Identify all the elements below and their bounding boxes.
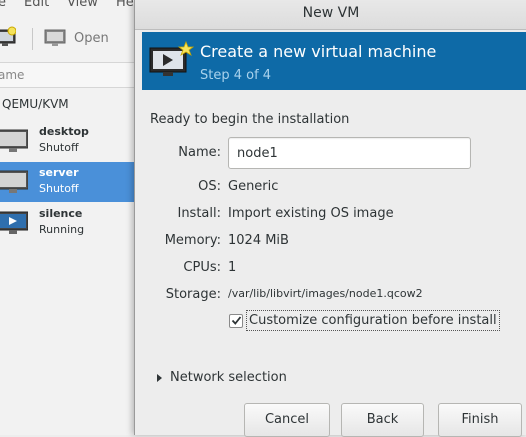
connection-label[interactable]: QEMU/KVM — [2, 97, 69, 111]
virt-manager-main-window: e Edit View He Open ame QEMU/KVM desktop… — [0, 0, 134, 435]
open-button[interactable]: Open — [40, 26, 113, 50]
new-vm-dialog: New VM Create a new virtual machine Step… — [134, 0, 526, 437]
customize-checkbox[interactable] — [229, 313, 243, 328]
menu-edit[interactable]: Edit — [24, 0, 49, 10]
open-label: Open — [74, 30, 109, 46]
vm-name: server — [39, 166, 79, 179]
menu-file[interactable]: e — [0, 0, 6, 10]
vm-name: silence — [39, 207, 83, 220]
ready-text: Ready to begin the installation — [150, 112, 350, 127]
banner-step: Step 4 of 4 — [200, 68, 272, 83]
storage-label: Storage: — [165, 287, 221, 302]
back-button[interactable]: Back — [341, 403, 424, 437]
monitor-running-icon — [0, 211, 28, 234]
customize-checkbox-row[interactable]: Customize configuration before install — [229, 310, 500, 331]
dialog-title: New VM — [302, 5, 360, 21]
customize-label[interactable]: Customize configuration before install — [246, 310, 500, 331]
vm-state: Running — [39, 223, 85, 236]
monitor-off-icon — [0, 170, 28, 193]
os-label: OS: — [198, 179, 221, 194]
column-header-name[interactable]: ame — [0, 62, 134, 88]
banner-title: Create a new virtual machine — [200, 42, 437, 61]
network-selection-label: Network selection — [170, 370, 287, 385]
menu-view[interactable]: View — [67, 0, 98, 10]
monitor-off-icon — [0, 129, 28, 152]
install-value: Import existing OS image — [228, 206, 394, 221]
install-label: Install: — [177, 206, 221, 221]
cpus-label: CPUs: — [183, 260, 221, 275]
monitor-icon — [44, 29, 66, 46]
storage-value: /var/lib/libvirt/images/node1.qcow2 — [228, 287, 423, 300]
network-selection-expander[interactable]: Network selection — [157, 370, 287, 385]
vm-row-silence[interactable]: silence Running — [0, 203, 134, 243]
new-vm-monitor-icon — [149, 40, 194, 76]
menu-help[interactable]: He — [116, 0, 134, 10]
vm-row-desktop[interactable]: desktop Shutoff — [0, 121, 134, 161]
checkmark-icon — [231, 316, 241, 325]
cancel-button[interactable]: Cancel — [244, 403, 330, 437]
toolbar-separator — [32, 28, 33, 50]
new-vm-icon[interactable] — [0, 26, 16, 48]
os-value: Generic — [228, 179, 279, 194]
vm-row-server[interactable]: server Shutoff — [0, 162, 134, 202]
vm-state: Shutoff — [39, 182, 79, 195]
finish-button[interactable]: Finish — [438, 403, 522, 437]
menubar: e Edit View He — [0, 0, 134, 12]
wizard-banner: Create a new virtual machine Step 4 of 4 — [142, 32, 526, 90]
column-header-label: ame — [0, 68, 25, 82]
memory-value: 1024 MiB — [228, 233, 289, 248]
name-label: Name: — [178, 145, 221, 160]
expander-arrow-icon — [157, 373, 162, 382]
memory-label: Memory: — [164, 233, 221, 248]
name-input[interactable] — [228, 137, 471, 169]
vm-name: desktop — [39, 125, 89, 138]
dialog-titlebar[interactable]: New VM — [135, 0, 526, 30]
toolbar: Open — [0, 20, 134, 58]
vm-state: Shutoff — [39, 141, 79, 154]
cpus-value: 1 — [228, 260, 237, 275]
